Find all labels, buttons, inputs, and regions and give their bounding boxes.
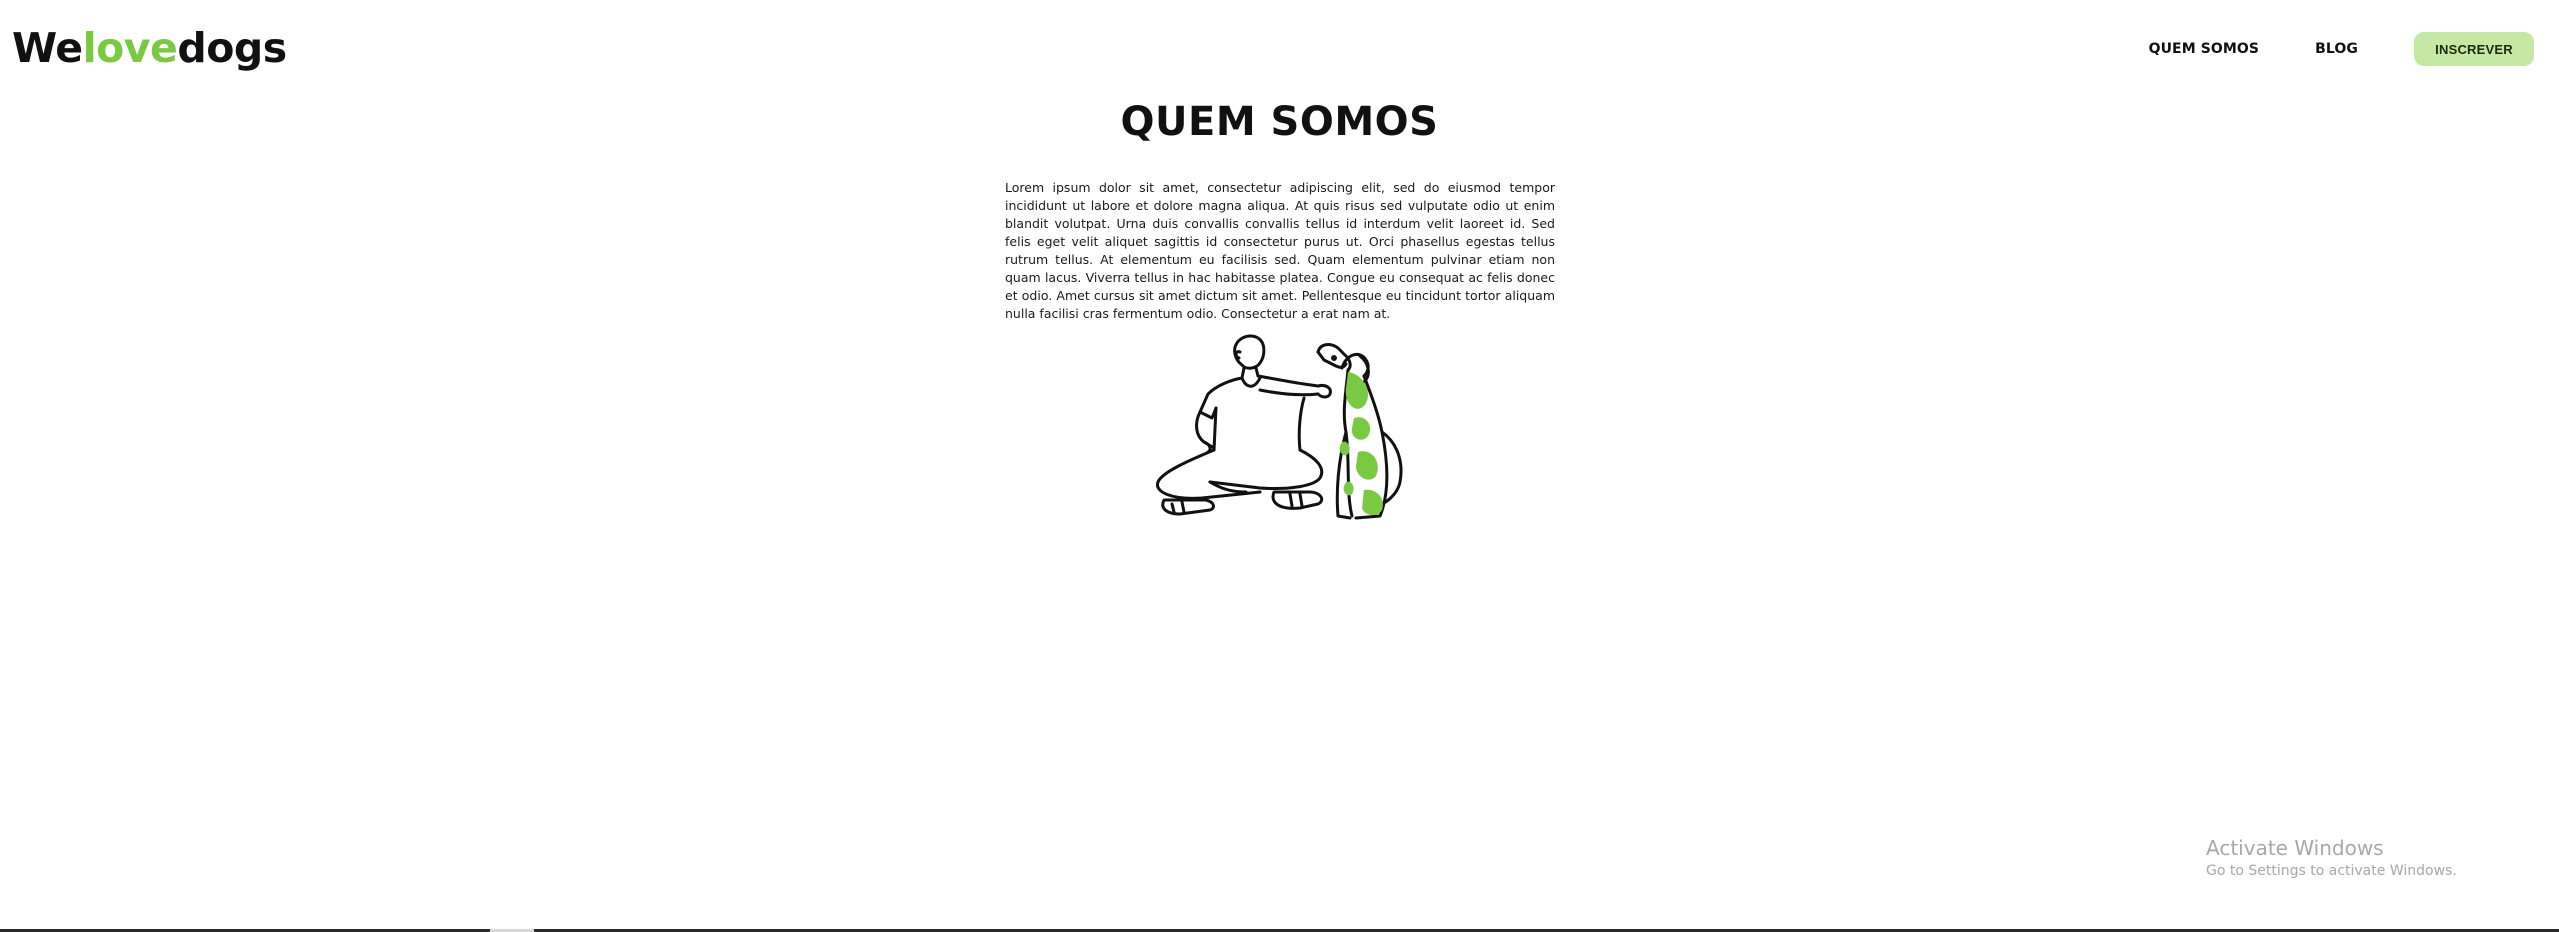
logo-part-dogs: dogs [177, 24, 287, 72]
page: Welovedogs QUEM SOMOS BLOG INSCREVER QUE… [0, 0, 2559, 932]
windows-activation-watermark: Activate Windows Go to Settings to activ… [2206, 835, 2457, 881]
watermark-title: Activate Windows [2206, 836, 2384, 860]
nav-link-blog[interactable]: BLOG [2315, 41, 2358, 57]
watermark-subtitle: Go to Settings to activate Windows. [2206, 863, 2457, 879]
page-title: QUEM SOMOS [1120, 99, 1439, 145]
person-with-dog-illustration [1150, 332, 1410, 528]
about-paragraph: Lorem ipsum dolor sit amet, consectetur … [1005, 180, 1555, 321]
logo-part-love: love [82, 24, 178, 72]
logo-part-we: We [12, 24, 83, 72]
nav-link-quem-somos[interactable]: QUEM SOMOS [2149, 41, 2260, 57]
site-logo[interactable]: Welovedogs [12, 20, 287, 76]
main-nav: QUEM SOMOS BLOG INSCREVER [2149, 32, 2534, 66]
inscrever-button[interactable]: INSCREVER [2414, 32, 2534, 66]
